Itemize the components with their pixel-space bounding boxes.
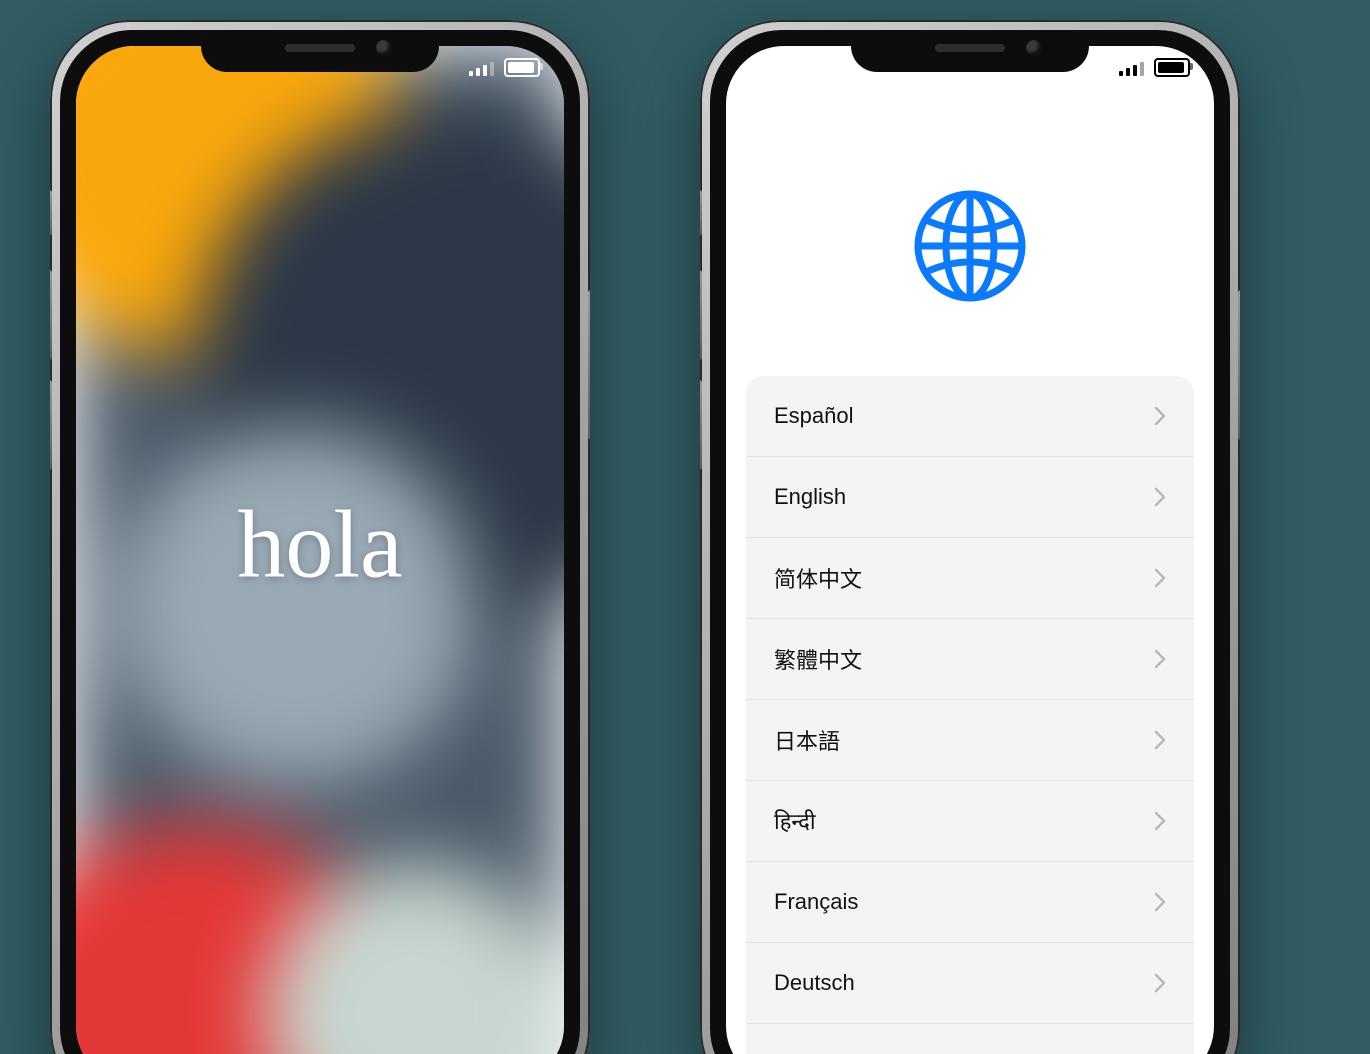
- cellular-signal-icon: [1119, 60, 1144, 76]
- hello-greeting: hola: [237, 489, 402, 600]
- language-label: 繁體中文: [774, 643, 862, 675]
- battery-icon: [504, 58, 540, 77]
- volume-up-button[interactable]: [700, 270, 702, 360]
- notch: [851, 30, 1089, 72]
- chevron-right-icon: [1154, 487, 1166, 507]
- language-option[interactable]: Deutsch: [746, 943, 1194, 1024]
- language-label: 日本語: [774, 724, 840, 756]
- language-select-screen: Español English 简体中文 繁體中文: [726, 46, 1214, 1054]
- mute-switch[interactable]: [50, 190, 52, 236]
- mute-switch[interactable]: [700, 190, 702, 236]
- cellular-signal-icon: [469, 60, 494, 76]
- earpiece-speaker: [935, 44, 1005, 52]
- chevron-right-icon: [1154, 568, 1166, 588]
- hello-screen[interactable]: hola: [76, 46, 564, 1054]
- language-label: English: [774, 484, 846, 510]
- chevron-right-icon: [1154, 892, 1166, 912]
- battery-icon: [1154, 58, 1190, 77]
- language-label: Deutsch: [774, 970, 855, 996]
- language-option[interactable]: Español: [746, 376, 1194, 457]
- power-button[interactable]: [1238, 290, 1240, 440]
- language-label: हिन्दी: [774, 806, 816, 836]
- volume-down-button[interactable]: [700, 380, 702, 470]
- power-button[interactable]: [588, 290, 590, 440]
- language-option[interactable]: 日本語: [746, 700, 1194, 781]
- language-option[interactable]: हिन्दी: [746, 781, 1194, 862]
- notch: [201, 30, 439, 72]
- status-bar: [469, 58, 540, 77]
- language-option[interactable]: Русский: [746, 1024, 1194, 1054]
- chevron-right-icon: [1154, 406, 1166, 426]
- language-label: 简体中文: [774, 562, 862, 594]
- language-option[interactable]: Français: [746, 862, 1194, 943]
- language-option[interactable]: 繁體中文: [746, 619, 1194, 700]
- language-option[interactable]: 简体中文: [746, 538, 1194, 619]
- chevron-right-icon: [1154, 649, 1166, 669]
- front-camera: [1026, 40, 1042, 56]
- volume-up-button[interactable]: [50, 270, 52, 360]
- earpiece-speaker: [285, 44, 355, 52]
- language-option[interactable]: English: [746, 457, 1194, 538]
- phone-right: Español English 简体中文 繁體中文: [700, 20, 1240, 1054]
- phone-left: hola: [50, 20, 590, 1054]
- front-camera: [376, 40, 392, 56]
- chevron-right-icon: [1154, 811, 1166, 831]
- chevron-right-icon: [1154, 730, 1166, 750]
- language-label: Français: [774, 889, 858, 915]
- stage: hola: [0, 0, 1370, 1054]
- volume-down-button[interactable]: [50, 380, 52, 470]
- chevron-right-icon: [1154, 973, 1166, 993]
- language-label: Español: [774, 403, 854, 429]
- language-list: Español English 简体中文 繁體中文: [746, 376, 1194, 1054]
- status-bar: [1119, 58, 1190, 77]
- globe-icon: [726, 186, 1214, 306]
